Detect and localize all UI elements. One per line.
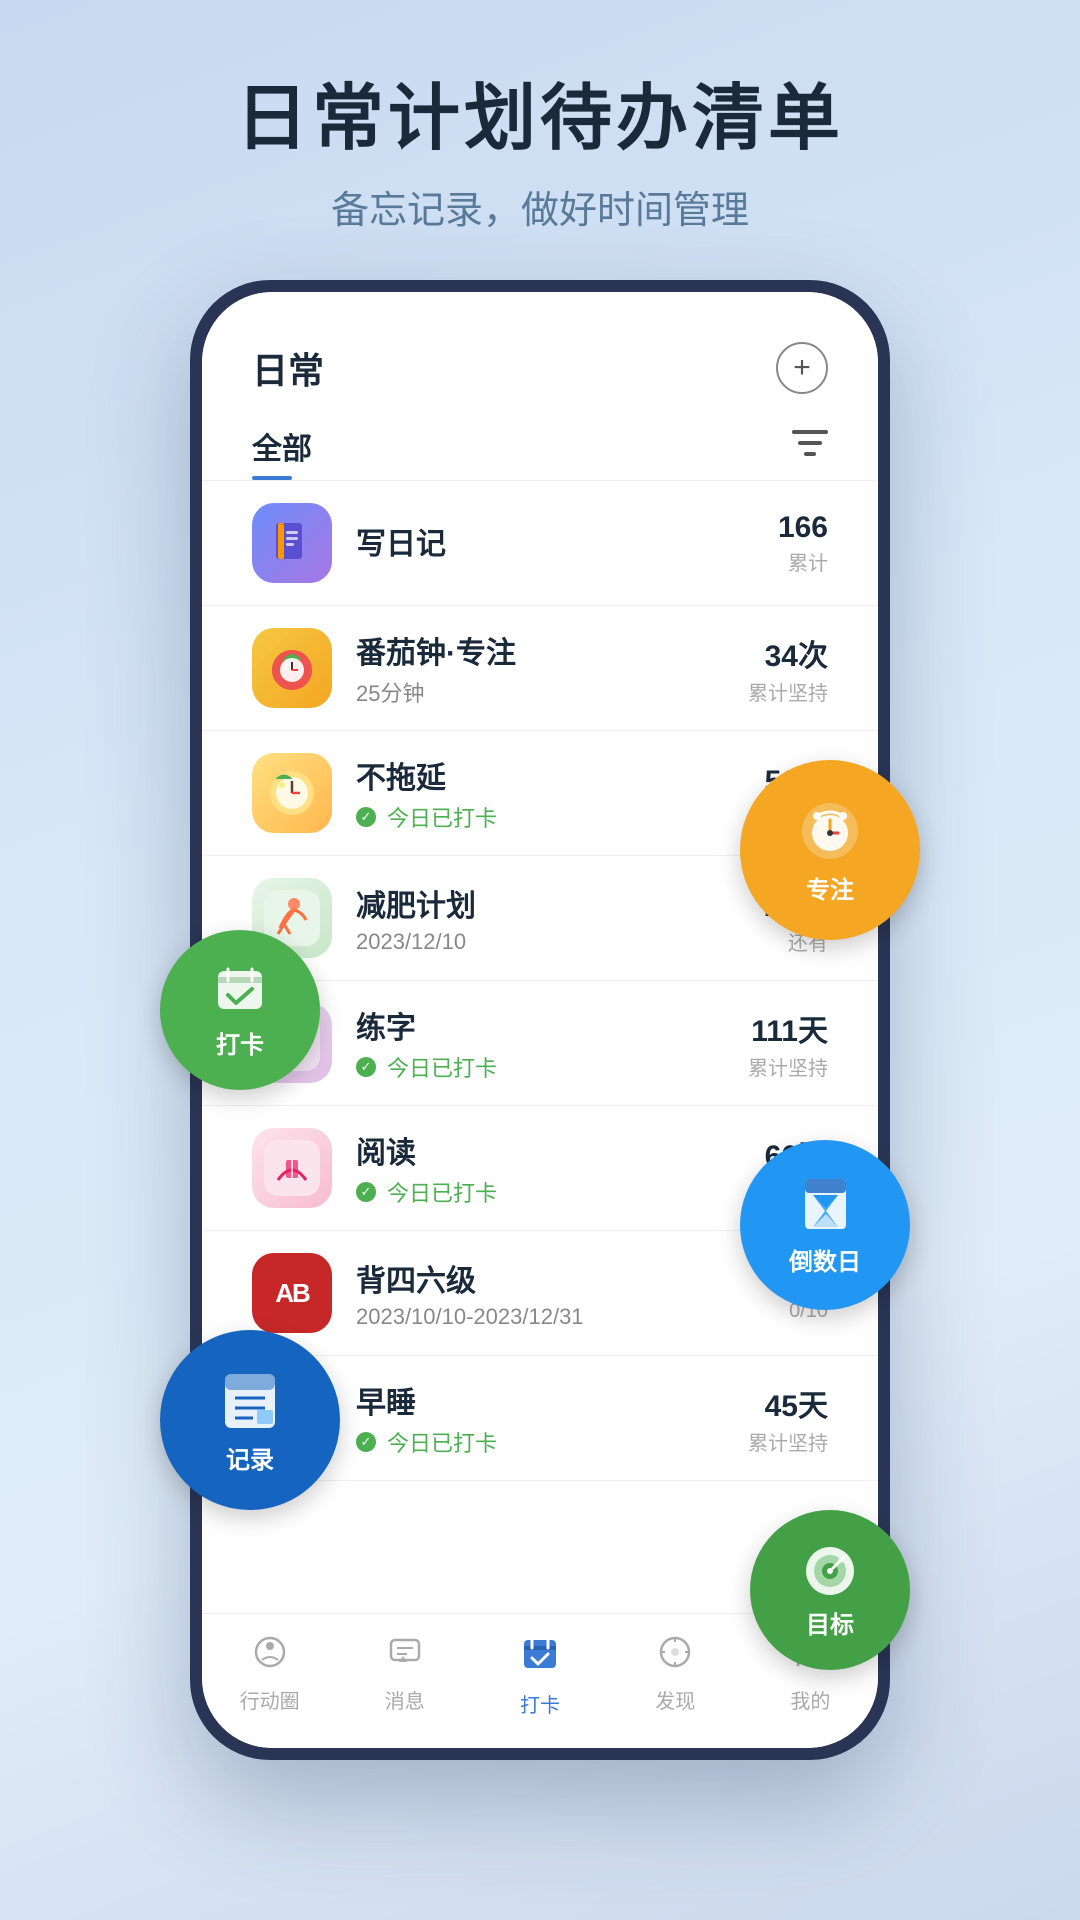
item-info: 早睡 ✓ 今日已打卡	[356, 1378, 748, 1458]
countdown-icon	[793, 1173, 858, 1238]
item-name: 早睡	[356, 1378, 748, 1422]
item-sub-checked: ✓ 今日已打卡	[356, 1176, 748, 1208]
stat-num: 111天	[748, 1006, 828, 1050]
item-icon-procrastinate	[252, 753, 332, 833]
message-icon	[387, 1634, 423, 1679]
nav-label: 消息	[385, 1685, 425, 1714]
item-sub-checked: ✓ 今日已打卡	[356, 801, 748, 833]
filter-icon[interactable]	[792, 428, 828, 477]
badge-focus[interactable]: 专注	[740, 760, 920, 940]
nav-item-circle[interactable]: 行动圈	[202, 1634, 337, 1718]
item-stats: 166 累计	[778, 511, 828, 576]
badge-checkin[interactable]: 打卡	[160, 930, 320, 1090]
item-icon-vocab: AB	[252, 1253, 332, 1333]
item-stats: 34次 累计坚持	[748, 631, 828, 706]
item-name: 背四六级	[356, 1256, 768, 1300]
nav-label: 打卡	[520, 1689, 560, 1718]
item-sub: 2023/12/10	[356, 929, 765, 955]
badge-target-label: 目标	[806, 1605, 854, 1640]
badge-checkin-label: 打卡	[216, 1025, 264, 1060]
stat-label: 累计	[778, 547, 828, 576]
badge-countdown[interactable]: 倒数日	[740, 1140, 910, 1310]
item-info: 减肥计划 2023/12/10	[356, 881, 765, 955]
tab-bar: 全部	[202, 414, 878, 481]
nav-label: 我的	[790, 1685, 830, 1714]
top-bar: 日常 +	[202, 292, 878, 414]
stat-num: 166	[778, 511, 828, 545]
stat-label: 累计坚持	[748, 1052, 828, 1081]
item-icon-tomato	[252, 628, 332, 708]
item-stats: 45天 累计坚持	[748, 1381, 828, 1456]
nav-item-checkin[interactable]: 打卡	[472, 1634, 607, 1718]
item-name: 番茄钟·专注	[356, 628, 748, 672]
stat-num: 34次	[748, 631, 828, 675]
checkin-icon	[210, 961, 270, 1021]
item-info: 阅读 ✓ 今日已打卡	[356, 1128, 748, 1208]
item-name: 不拖延	[356, 753, 748, 797]
stat-label: 累计坚持	[748, 677, 828, 706]
list-item[interactable]: 番茄钟·专注 25分钟 34次 累计坚持	[202, 606, 878, 731]
item-sub: 25分钟	[356, 676, 748, 708]
item-info: 番茄钟·专注 25分钟	[356, 628, 748, 708]
hero-section: 日常计划待办清单 备忘记录，做好时间管理	[0, 0, 1080, 274]
badge-target[interactable]: 目标	[750, 1510, 910, 1670]
nav-item-discover[interactable]: 发现	[608, 1634, 743, 1718]
item-name: 写日记	[356, 519, 778, 563]
stat-num: 45天	[748, 1381, 828, 1425]
stat-label: 累计坚持	[748, 1427, 828, 1456]
item-info: 背四六级 2023/10/10-2023/12/31	[356, 1256, 768, 1330]
target-icon	[800, 1541, 860, 1601]
item-info: 写日记	[356, 519, 778, 567]
focus-icon	[795, 796, 865, 866]
hero-subtitle: 备忘记录，做好时间管理	[0, 179, 1080, 234]
item-sub-checked: ✓ 今日已打卡	[356, 1051, 748, 1083]
item-info: 练字 ✓ 今日已打卡	[356, 1003, 748, 1083]
add-button[interactable]: +	[776, 342, 828, 394]
item-icon-read	[252, 1128, 332, 1208]
badge-record-label: 记录	[226, 1440, 274, 1475]
badge-countdown-label: 倒数日	[789, 1242, 861, 1277]
nav-item-message[interactable]: 消息	[337, 1634, 472, 1718]
record-icon	[215, 1366, 285, 1436]
nav-label: 行动圈	[240, 1685, 300, 1714]
item-name: 减肥计划	[356, 881, 765, 925]
item-sub: 2023/10/10-2023/12/31	[356, 1304, 768, 1330]
item-sub-checked: ✓ 今日已打卡	[356, 1426, 748, 1458]
item-stats: 111天 累计坚持	[748, 1006, 828, 1081]
tab-all[interactable]: 全部	[252, 424, 312, 480]
item-icon-diary	[252, 503, 332, 583]
hero-title: 日常计划待办清单	[0, 80, 1080, 159]
app-title: 日常	[252, 342, 324, 394]
badge-record[interactable]: 记录	[160, 1330, 340, 1510]
item-name: 阅读	[356, 1128, 748, 1172]
discover-icon	[657, 1634, 693, 1679]
circle-icon	[252, 1634, 288, 1679]
item-info: 不拖延 ✓ 今日已打卡	[356, 753, 748, 833]
item-name: 练字	[356, 1003, 748, 1047]
phone-mockup: 日常 + 全部	[190, 280, 890, 1760]
list-item[interactable]: 写日记 166 累计	[202, 481, 878, 606]
nav-label: 发现	[655, 1685, 695, 1714]
badge-focus-label: 专注	[806, 870, 854, 905]
checkin-nav-icon	[520, 1634, 560, 1683]
